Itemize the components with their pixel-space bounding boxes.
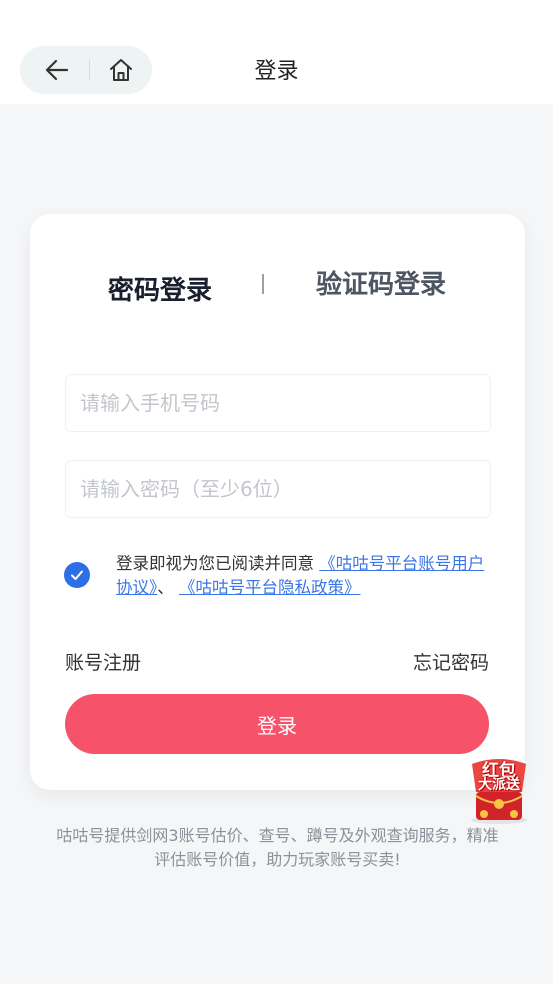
top-bar: 登录	[0, 0, 553, 104]
register-link[interactable]: 账号注册	[65, 648, 141, 675]
tab-separator	[262, 274, 264, 294]
privacy-policy-link[interactable]: 《咕咕号平台隐私政策》	[179, 578, 361, 597]
login-button[interactable]: 登录	[65, 694, 489, 754]
agreement-checkbox[interactable]	[64, 562, 90, 588]
agreement-text: 登录即视为您已阅读并同意 《咕咕号平台账号用户协议》、 《咕咕号平台隐私政策》	[116, 552, 496, 600]
footer-line-1: 咕咕号提供剑网3账号估价、查号、蹲号及外观查询服务，精准	[56, 826, 499, 845]
checkmark-icon	[71, 570, 83, 580]
red-packet-promo[interactable]: 红包 大派送	[466, 756, 532, 826]
phone-input[interactable]	[66, 375, 490, 431]
agreement-prefix: 登录即视为您已阅读并同意	[116, 554, 320, 573]
phone-field	[65, 374, 491, 432]
footer-description: 咕咕号提供剑网3账号估价、查号、蹲号及外观查询服务，精准 评估账号价值，助力玩家…	[30, 824, 525, 872]
page-title: 登录	[254, 59, 299, 84]
tab-password-login[interactable]: 密码登录	[108, 270, 212, 307]
forgot-password-link[interactable]: 忘记密码	[413, 648, 489, 675]
password-field	[65, 460, 491, 518]
promo-line-2: 大派送	[478, 777, 520, 793]
tab-code-login[interactable]: 验证码登录	[316, 264, 446, 301]
agreement-separator: 、	[157, 578, 174, 597]
password-input[interactable]	[66, 461, 490, 517]
footer-line-2: 评估账号价值，助力玩家账号买卖!	[154, 850, 401, 869]
login-card: 密码登录 验证码登录 登录即视为您已阅读并同意 《咕咕号平台账号用户协议》、 《…	[30, 214, 525, 790]
